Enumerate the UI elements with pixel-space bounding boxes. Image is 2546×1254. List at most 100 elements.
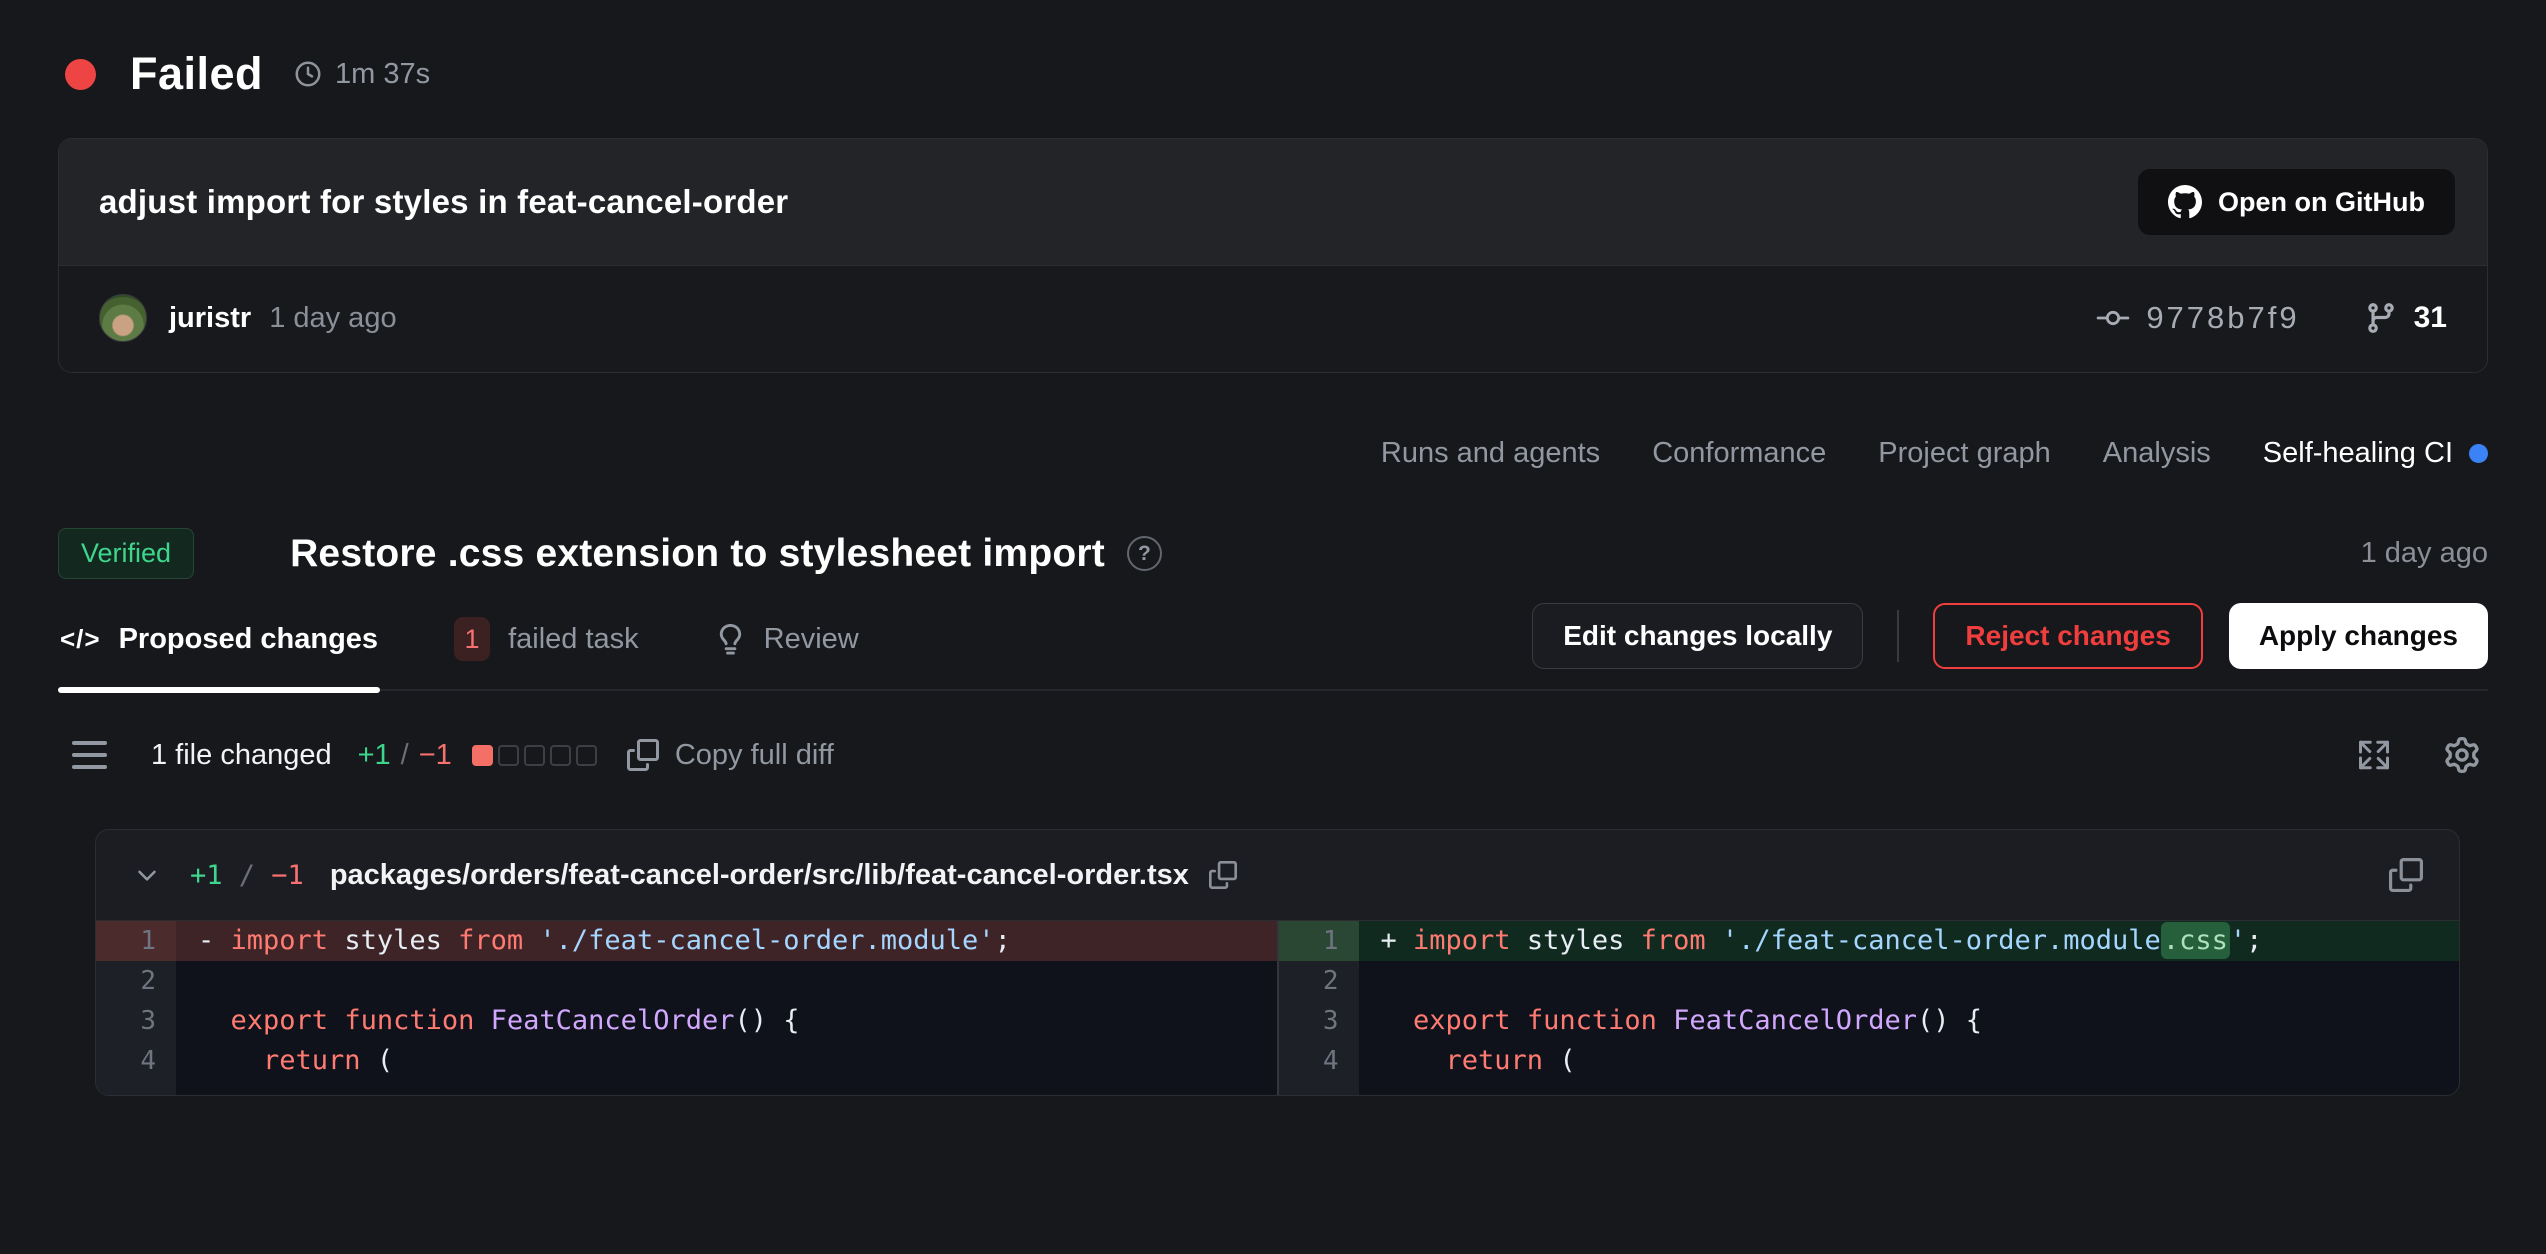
tab-failed-task-label: failed task: [508, 623, 639, 656]
commit-title: adjust import for styles in feat-cancel-…: [99, 183, 788, 221]
commit-card-top: adjust import for styles in feat-cancel-…: [59, 139, 2487, 265]
code-column: + import styles from './feat-cancel-orde…: [1359, 921, 2460, 1095]
file-additions: +1: [190, 860, 223, 891]
code-line: [176, 961, 1277, 1001]
nav-item-project-graph[interactable]: Project graph: [1878, 437, 2051, 470]
file-deletions: −1: [271, 860, 304, 891]
run-duration: 1m 37s: [335, 58, 430, 91]
nav-item-conformance[interactable]: Conformance: [1652, 437, 1826, 470]
reject-changes-button[interactable]: Reject changes: [1933, 603, 2202, 669]
code-line: export function FeatCancelOrder() {: [176, 1001, 1277, 1041]
run-status-label: Failed: [130, 48, 263, 100]
failed-count-badge: 1: [454, 617, 490, 661]
author-name: juristr: [169, 302, 251, 335]
line-number: 1: [96, 921, 176, 961]
commit-time-ago: 1 day ago: [269, 302, 396, 335]
line-number: 3: [96, 1001, 176, 1041]
tab-review-label: Review: [764, 623, 859, 656]
notification-dot-icon: [2469, 444, 2488, 463]
code-line: return (: [176, 1041, 1277, 1081]
author-avatar: [99, 294, 147, 342]
tab-proposed-changes[interactable]: </> Proposed changes: [58, 603, 380, 691]
tabs: </> Proposed changes 1 failed task Revie…: [58, 603, 861, 691]
pipeline-nav: Runs and agents Conformance Project grap…: [58, 437, 2488, 470]
actions-divider: [1897, 610, 1899, 662]
diff-block-empty: [498, 745, 519, 766]
gear-icon[interactable]: [2444, 737, 2480, 773]
diff-panel-right: 1234 + import styles from './feat-cancel…: [1279, 921, 2460, 1095]
diff-stat-separator: /: [401, 739, 409, 772]
commit-sha-link[interactable]: 9778b7f9: [2096, 300, 2299, 336]
chevron-down-icon[interactable]: [132, 860, 162, 890]
files-changed-label: 1 file changed: [151, 739, 332, 772]
line-number-gutter: 1234: [1279, 921, 1359, 1095]
diff-block-empty: [576, 745, 597, 766]
line-number-gutter: 1234: [96, 921, 176, 1095]
diff-toolbar-right: [2356, 737, 2480, 773]
line-number: 1: [1279, 921, 1359, 961]
commit-card: adjust import for styles in feat-cancel-…: [58, 138, 2488, 373]
clock-icon: [293, 59, 323, 89]
diff-file-header: +1 / −1 packages/orders/feat-cancel-orde…: [96, 830, 2459, 921]
code-line: export function FeatCancelOrder() {: [1359, 1001, 2460, 1041]
code-line: - import styles from './feat-cancel-orde…: [176, 921, 1277, 961]
lightbulb-icon: [715, 624, 746, 655]
copy-full-diff-button[interactable]: Copy full diff: [627, 739, 834, 772]
github-icon: [2168, 185, 2202, 219]
code-line: return (: [1359, 1041, 2460, 1081]
fix-header: Verified Restore .css extension to style…: [58, 528, 2488, 579]
run-status-bar: Failed 1m 37s: [0, 0, 2546, 100]
line-number: 4: [1279, 1041, 1359, 1081]
diff-toolbar: 1 file changed +1 / −1 Copy full diff: [72, 737, 2480, 773]
diff-deletions: −1: [419, 739, 452, 772]
nav-item-label: Self-healing CI: [2263, 437, 2453, 470]
verified-badge: Verified: [58, 528, 194, 579]
diff-block-empty: [524, 745, 545, 766]
diff-body: 1234 - import styles from './feat-cancel…: [96, 921, 2459, 1095]
line-number: 2: [96, 961, 176, 1001]
tab-failed-task[interactable]: 1 failed task: [452, 603, 641, 691]
diff-blocks: [472, 745, 597, 766]
clipboard-icon: [627, 739, 659, 771]
open-on-github-label: Open on GitHub: [2218, 187, 2425, 218]
copy-file-diff-icon[interactable]: [2389, 858, 2423, 892]
line-number: 4: [96, 1041, 176, 1081]
code-icon: </>: [60, 624, 101, 655]
file-list-menu-icon[interactable]: [72, 741, 107, 769]
commit-meta-group: 9778b7f9 31: [2096, 300, 2447, 336]
nav-item-self-healing-ci[interactable]: Self-healing CI: [2263, 437, 2488, 470]
diff-panel-left: 1234 - import styles from './feat-cancel…: [96, 921, 1277, 1095]
file-diff-stats: +1 / −1: [190, 860, 304, 891]
branch-count-link[interactable]: 31: [2364, 301, 2447, 335]
code-line: + import styles from './feat-cancel-orde…: [1359, 921, 2460, 961]
help-icon[interactable]: ?: [1127, 536, 1162, 571]
branch-count: 31: [2414, 301, 2447, 335]
nav-item-analysis[interactable]: Analysis: [2103, 437, 2211, 470]
code-line: [1359, 961, 2460, 1001]
open-on-github-button[interactable]: Open on GitHub: [2138, 169, 2455, 235]
commit-icon: [2096, 301, 2130, 335]
commit-sha: 9778b7f9: [2146, 300, 2299, 336]
tab-review[interactable]: Review: [713, 603, 861, 691]
edit-changes-locally-button[interactable]: Edit changes locally: [1532, 603, 1863, 669]
line-number: 2: [1279, 961, 1359, 1001]
nav-item-runs-and-agents[interactable]: Runs and agents: [1381, 437, 1600, 470]
fix-time-ago: 1 day ago: [2361, 537, 2488, 570]
apply-changes-button[interactable]: Apply changes: [2229, 603, 2488, 669]
file-path: packages/orders/feat-cancel-order/src/li…: [330, 859, 1189, 892]
line-number: 3: [1279, 1001, 1359, 1041]
copy-path-icon[interactable]: [1209, 861, 1237, 889]
copy-full-diff-label: Copy full diff: [675, 739, 834, 772]
code-column: - import styles from './feat-cancel-orde…: [176, 921, 1277, 1095]
expand-fullscreen-icon[interactable]: [2356, 737, 2392, 773]
git-branch-icon: [2364, 301, 2398, 335]
fix-actions: Edit changes locally Reject changes Appl…: [1532, 603, 2488, 669]
diff-card: +1 / −1 packages/orders/feat-cancel-orde…: [95, 829, 2460, 1096]
author-group: juristr 1 day ago: [99, 294, 397, 342]
diff-block-filled: [472, 745, 493, 766]
file-stat-separator: /: [223, 860, 272, 891]
failed-status-dot-icon: [65, 59, 96, 90]
diff-additions: +1: [358, 739, 391, 772]
tab-proposed-changes-label: Proposed changes: [119, 623, 378, 656]
commit-card-bottom: juristr 1 day ago 9778b7f9 31: [59, 265, 2487, 372]
